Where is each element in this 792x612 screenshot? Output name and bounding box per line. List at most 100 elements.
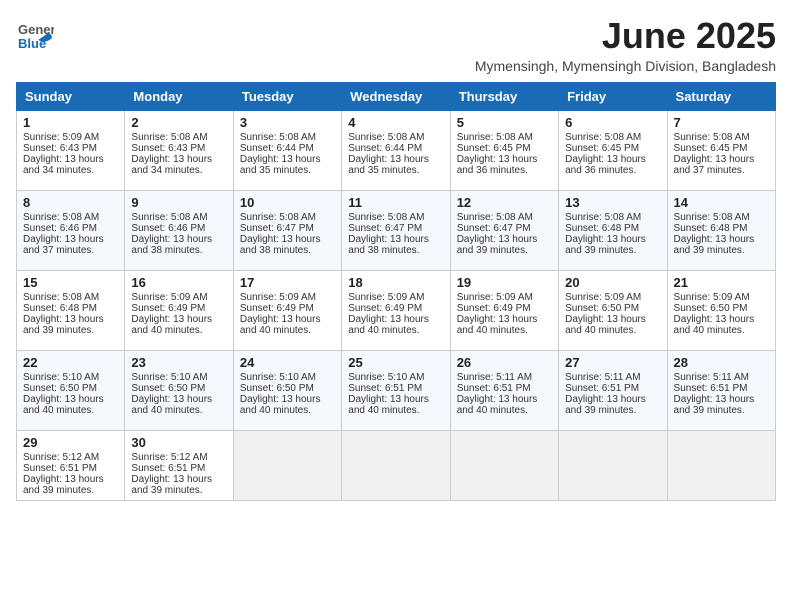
day-number: 28	[674, 355, 769, 370]
daylight-text: Daylight: 13 hours and 39 minutes.	[674, 234, 755, 256]
sunset-text: Sunset: 6:51 PM	[674, 383, 748, 394]
day-number: 25	[348, 355, 443, 370]
sunrise-text: Sunrise: 5:09 AM	[565, 292, 641, 303]
sunset-text: Sunset: 6:44 PM	[348, 143, 422, 154]
daylight-text: Daylight: 13 hours and 40 minutes.	[131, 314, 212, 336]
calendar-cell: 1 Sunrise: 5:09 AM Sunset: 6:43 PM Dayli…	[17, 110, 125, 190]
calendar-cell: 23 Sunrise: 5:10 AM Sunset: 6:50 PM Dayl…	[125, 350, 233, 430]
calendar-week-row: 1 Sunrise: 5:09 AM Sunset: 6:43 PM Dayli…	[17, 110, 776, 190]
daylight-text: Daylight: 13 hours and 39 minutes.	[131, 474, 212, 496]
sunset-text: Sunset: 6:43 PM	[131, 143, 205, 154]
day-number: 29	[23, 435, 118, 450]
col-header-friday: Friday	[559, 82, 667, 110]
calendar-cell: 20 Sunrise: 5:09 AM Sunset: 6:50 PM Dayl…	[559, 270, 667, 350]
day-number: 23	[131, 355, 226, 370]
sunrise-text: Sunrise: 5:08 AM	[348, 212, 424, 223]
sunset-text: Sunset: 6:46 PM	[23, 223, 97, 234]
day-number: 1	[23, 115, 118, 130]
sunrise-text: Sunrise: 5:08 AM	[240, 132, 316, 143]
calendar-cell: 16 Sunrise: 5:09 AM Sunset: 6:49 PM Dayl…	[125, 270, 233, 350]
calendar-cell	[559, 430, 667, 500]
daylight-text: Daylight: 13 hours and 40 minutes.	[457, 314, 538, 336]
daylight-text: Daylight: 13 hours and 39 minutes.	[565, 394, 646, 416]
sunrise-text: Sunrise: 5:10 AM	[348, 372, 424, 383]
col-header-tuesday: Tuesday	[233, 82, 341, 110]
calendar-cell: 9 Sunrise: 5:08 AM Sunset: 6:46 PM Dayli…	[125, 190, 233, 270]
sunset-text: Sunset: 6:45 PM	[565, 143, 639, 154]
calendar-cell: 27 Sunrise: 5:11 AM Sunset: 6:51 PM Dayl…	[559, 350, 667, 430]
day-number: 8	[23, 195, 118, 210]
calendar-cell	[233, 430, 341, 500]
calendar-header-row: SundayMondayTuesdayWednesdayThursdayFrid…	[17, 82, 776, 110]
sunset-text: Sunset: 6:50 PM	[565, 303, 639, 314]
calendar-week-row: 22 Sunrise: 5:10 AM Sunset: 6:50 PM Dayl…	[17, 350, 776, 430]
calendar-cell: 11 Sunrise: 5:08 AM Sunset: 6:47 PM Dayl…	[342, 190, 450, 270]
svg-text:Blue: Blue	[18, 36, 46, 51]
daylight-text: Daylight: 13 hours and 40 minutes.	[23, 394, 104, 416]
day-number: 6	[565, 115, 660, 130]
calendar-cell: 7 Sunrise: 5:08 AM Sunset: 6:45 PM Dayli…	[667, 110, 775, 190]
col-header-wednesday: Wednesday	[342, 82, 450, 110]
calendar-cell: 10 Sunrise: 5:08 AM Sunset: 6:47 PM Dayl…	[233, 190, 341, 270]
sunrise-text: Sunrise: 5:08 AM	[457, 132, 533, 143]
sunrise-text: Sunrise: 5:08 AM	[23, 212, 99, 223]
sunrise-text: Sunrise: 5:09 AM	[240, 292, 316, 303]
daylight-text: Daylight: 13 hours and 34 minutes.	[23, 154, 104, 176]
logo-icon: General Blue	[16, 16, 54, 54]
logo: General Blue	[16, 16, 54, 54]
daylight-text: Daylight: 13 hours and 35 minutes.	[348, 154, 429, 176]
calendar-cell: 8 Sunrise: 5:08 AM Sunset: 6:46 PM Dayli…	[17, 190, 125, 270]
daylight-text: Daylight: 13 hours and 39 minutes.	[565, 234, 646, 256]
sunrise-text: Sunrise: 5:08 AM	[674, 132, 750, 143]
calendar-cell	[667, 430, 775, 500]
calendar-week-row: 29 Sunrise: 5:12 AM Sunset: 6:51 PM Dayl…	[17, 430, 776, 500]
calendar-cell: 24 Sunrise: 5:10 AM Sunset: 6:50 PM Dayl…	[233, 350, 341, 430]
sunrise-text: Sunrise: 5:08 AM	[674, 212, 750, 223]
page-header: General Blue June 2025 Mymensingh, Mymen…	[16, 16, 776, 74]
day-number: 21	[674, 275, 769, 290]
daylight-text: Daylight: 13 hours and 36 minutes.	[565, 154, 646, 176]
sunrise-text: Sunrise: 5:08 AM	[240, 212, 316, 223]
sunrise-text: Sunrise: 5:08 AM	[131, 132, 207, 143]
calendar-cell: 14 Sunrise: 5:08 AM Sunset: 6:48 PM Dayl…	[667, 190, 775, 270]
day-number: 22	[23, 355, 118, 370]
col-header-thursday: Thursday	[450, 82, 558, 110]
sunrise-text: Sunrise: 5:09 AM	[348, 292, 424, 303]
sunrise-text: Sunrise: 5:10 AM	[23, 372, 99, 383]
sunset-text: Sunset: 6:50 PM	[131, 383, 205, 394]
daylight-text: Daylight: 13 hours and 39 minutes.	[23, 474, 104, 496]
sunrise-text: Sunrise: 5:08 AM	[23, 292, 99, 303]
day-number: 5	[457, 115, 552, 130]
daylight-text: Daylight: 13 hours and 38 minutes.	[348, 234, 429, 256]
sunrise-text: Sunrise: 5:09 AM	[674, 292, 750, 303]
calendar-cell: 19 Sunrise: 5:09 AM Sunset: 6:49 PM Dayl…	[450, 270, 558, 350]
calendar-cell: 30 Sunrise: 5:12 AM Sunset: 6:51 PM Dayl…	[125, 430, 233, 500]
calendar-cell: 5 Sunrise: 5:08 AM Sunset: 6:45 PM Dayli…	[450, 110, 558, 190]
calendar-cell: 26 Sunrise: 5:11 AM Sunset: 6:51 PM Dayl…	[450, 350, 558, 430]
sunset-text: Sunset: 6:51 PM	[348, 383, 422, 394]
calendar-cell: 29 Sunrise: 5:12 AM Sunset: 6:51 PM Dayl…	[17, 430, 125, 500]
day-number: 26	[457, 355, 552, 370]
sunset-text: Sunset: 6:51 PM	[565, 383, 639, 394]
daylight-text: Daylight: 13 hours and 40 minutes.	[240, 314, 321, 336]
calendar-cell: 6 Sunrise: 5:08 AM Sunset: 6:45 PM Dayli…	[559, 110, 667, 190]
day-number: 27	[565, 355, 660, 370]
day-number: 12	[457, 195, 552, 210]
sunset-text: Sunset: 6:50 PM	[240, 383, 314, 394]
daylight-text: Daylight: 13 hours and 40 minutes.	[457, 394, 538, 416]
day-number: 18	[348, 275, 443, 290]
sunrise-text: Sunrise: 5:08 AM	[565, 132, 641, 143]
sunrise-text: Sunrise: 5:11 AM	[674, 372, 749, 383]
sunset-text: Sunset: 6:49 PM	[348, 303, 422, 314]
daylight-text: Daylight: 13 hours and 39 minutes.	[457, 234, 538, 256]
sunset-text: Sunset: 6:45 PM	[674, 143, 748, 154]
sunset-text: Sunset: 6:51 PM	[23, 463, 97, 474]
calendar-cell: 18 Sunrise: 5:09 AM Sunset: 6:49 PM Dayl…	[342, 270, 450, 350]
sunrise-text: Sunrise: 5:08 AM	[348, 132, 424, 143]
calendar-cell: 28 Sunrise: 5:11 AM Sunset: 6:51 PM Dayl…	[667, 350, 775, 430]
sunset-text: Sunset: 6:51 PM	[457, 383, 531, 394]
sunrise-text: Sunrise: 5:08 AM	[565, 212, 641, 223]
calendar-week-row: 15 Sunrise: 5:08 AM Sunset: 6:48 PM Dayl…	[17, 270, 776, 350]
calendar-cell: 17 Sunrise: 5:09 AM Sunset: 6:49 PM Dayl…	[233, 270, 341, 350]
sunset-text: Sunset: 6:49 PM	[131, 303, 205, 314]
